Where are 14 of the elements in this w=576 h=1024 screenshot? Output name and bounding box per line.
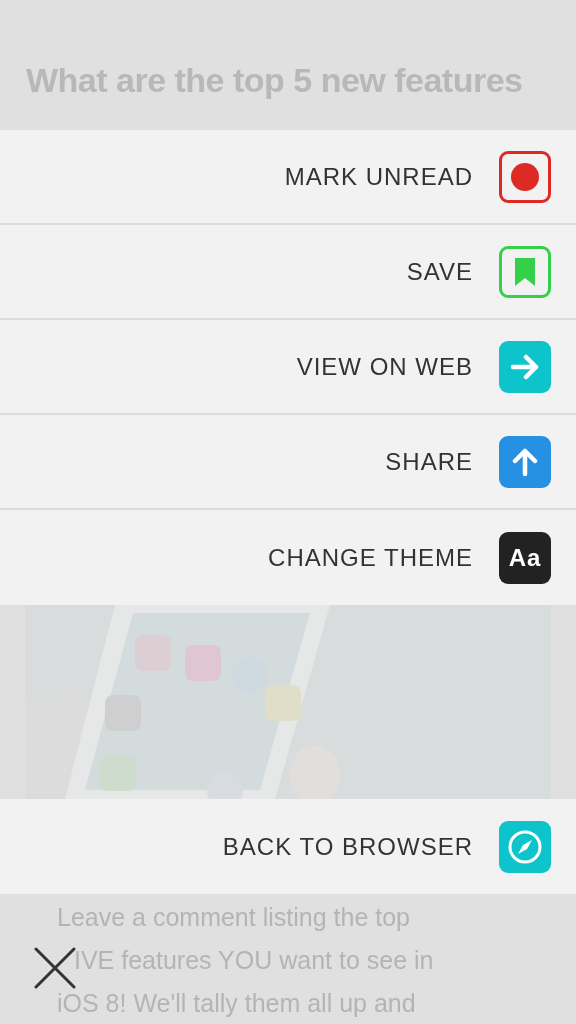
arrow-up-icon [499,435,551,488]
close-icon [34,947,76,989]
menu-item[interactable]: SHARE [0,415,576,510]
compass-icon [499,820,551,873]
close-button[interactable] [33,946,77,990]
arrow-right-icon [499,340,551,393]
menu-item[interactable]: CHANGE THEME Aa [0,510,576,605]
record-icon [499,150,551,203]
bookmark-icon [499,245,551,298]
menu-item[interactable]: MARK UNREAD [0,130,576,225]
menu-item[interactable]: VIEW ON WEB [0,320,576,415]
menu-item[interactable]: BACK TO BROWSER [0,799,576,894]
menu-item[interactable]: SAVE [0,225,576,320]
theme-icon: Aa [499,531,551,584]
